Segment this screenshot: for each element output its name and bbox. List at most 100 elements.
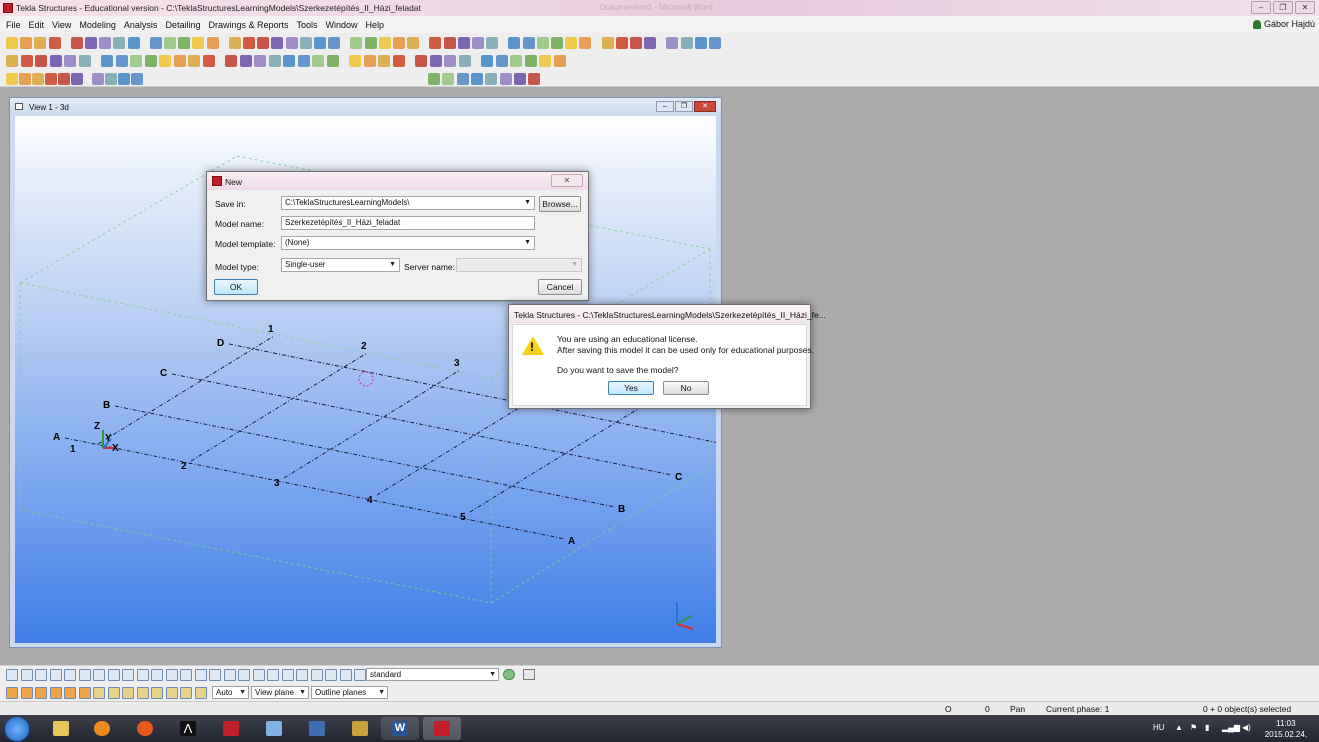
toolbar-tool-icon[interactable] [101, 55, 113, 67]
view-tool-icon[interactable] [528, 73, 541, 85]
toolbar-tool-icon[interactable] [444, 55, 456, 67]
toolbar-tool-icon[interactable] [312, 55, 324, 67]
toolbar-tool-icon[interactable] [268, 55, 281, 67]
toolbar-tool-icon[interactable] [283, 55, 295, 67]
pointer-tool-icon[interactable] [523, 669, 535, 680]
switch-icon[interactable] [122, 669, 134, 681]
plane-mode-select[interactable]: View plane ▼ [251, 686, 309, 699]
toolbar-tool-icon[interactable] [202, 55, 215, 67]
tekla-app-icon[interactable] [3, 3, 13, 13]
switch-icon[interactable] [64, 669, 76, 681]
toolbar-tool-icon[interactable] [206, 37, 219, 49]
menu-view[interactable]: View [48, 20, 75, 30]
switch-icon[interactable] [151, 669, 163, 681]
taskbar-word[interactable]: W [381, 717, 419, 740]
toolbar-tool-icon[interactable] [551, 37, 563, 49]
toolbar-tool-icon[interactable] [254, 55, 266, 67]
view-tool-icon[interactable] [456, 73, 469, 85]
new-dialog-title-bar[interactable]: New ✕ [207, 172, 588, 190]
toolbar-tool-icon[interactable] [524, 55, 537, 67]
switch-icon[interactable] [281, 669, 294, 681]
toolbar-tool-icon[interactable] [130, 55, 142, 67]
switch-icon[interactable] [238, 669, 250, 681]
tray-arrow-icon[interactable]: ▲ [1175, 723, 1183, 732]
toolbar-tool-icon[interactable] [118, 73, 130, 85]
toolbar-tool-icon[interactable] [159, 55, 171, 67]
switch-icon[interactable] [20, 687, 33, 699]
taskbar-paint[interactable] [255, 717, 293, 740]
view-title-bar[interactable]: View 1 - 3d – ❐ ✕ [10, 98, 721, 116]
toolbar-tool-icon[interactable] [299, 37, 312, 49]
toolbar-tool-icon[interactable] [363, 55, 376, 67]
outline-mode-select[interactable]: Outline planes ▼ [311, 686, 388, 699]
toolbar-tool-icon[interactable] [457, 37, 470, 49]
switch-icon[interactable] [107, 687, 120, 699]
toolbar-tool-icon[interactable] [113, 37, 126, 49]
switch-icon[interactable] [6, 669, 18, 681]
toolbar-tool-icon[interactable] [131, 73, 143, 85]
view-tool-icon[interactable] [513, 73, 526, 85]
toolbar-tool-icon[interactable] [297, 55, 310, 67]
switch-icon[interactable] [78, 669, 91, 681]
toolbar-tool-icon[interactable] [115, 55, 128, 67]
toolbar-tool-icon[interactable] [666, 37, 679, 49]
view-tool-icon[interactable] [470, 73, 483, 85]
toolbar-tool-icon[interactable] [71, 73, 83, 85]
toolbar-tool-icon[interactable] [601, 37, 614, 49]
taskbar-network-app[interactable] [298, 717, 336, 740]
volume-icon[interactable]: ◀) [1242, 723, 1251, 732]
switch-icon[interactable] [93, 687, 105, 699]
view-close-button[interactable]: ✕ [694, 101, 716, 112]
switch-icon[interactable] [180, 687, 192, 699]
power-icon[interactable]: ▮ [1205, 723, 1209, 732]
toolbar-tool-icon[interactable] [164, 37, 176, 49]
user-indicator[interactable]: Gábor Hajdú [1252, 19, 1315, 29]
toolbar-tool-icon[interactable] [6, 73, 18, 85]
toolbar-tool-icon[interactable] [378, 37, 391, 49]
taskbar-firefox[interactable] [126, 717, 164, 740]
language-indicator[interactable]: HU [1153, 723, 1165, 732]
toolbar-tool-icon[interactable] [271, 37, 284, 49]
toolbar-tool-icon[interactable] [70, 37, 83, 49]
toolbar-tool-icon[interactable] [78, 55, 91, 67]
ok-button[interactable]: OK [214, 279, 258, 295]
start-button[interactable] [4, 716, 30, 742]
toolbar-tool-icon[interactable] [6, 55, 18, 67]
toolbar-tool-icon[interactable] [694, 37, 707, 49]
toolbar-tool-icon[interactable] [429, 55, 442, 67]
switch-icon[interactable] [107, 669, 120, 681]
cancel-button[interactable]: Cancel [538, 279, 582, 295]
switch-icon[interactable] [49, 669, 62, 681]
menu-drawings-reports[interactable]: Drawings & Reports [204, 20, 292, 30]
toolbar-tool-icon[interactable] [522, 37, 535, 49]
switch-icon[interactable] [35, 669, 47, 681]
switch-icon[interactable] [151, 687, 163, 699]
switch-icon[interactable] [325, 669, 337, 681]
menu-analysis[interactable]: Analysis [120, 20, 162, 30]
toolbar-tool-icon[interactable] [364, 37, 377, 49]
toolbar-tool-icon[interactable] [35, 55, 47, 67]
toolbar-tool-icon[interactable] [32, 73, 44, 85]
toolbar-tool-icon[interactable] [20, 55, 33, 67]
menu-detailing[interactable]: Detailing [161, 20, 204, 30]
toolbar-tool-icon[interactable] [458, 55, 471, 67]
toolbar-tool-icon[interactable] [508, 37, 521, 49]
confirm-dialog-title-bar[interactable]: Tekla Structures - C:\TeklaStructuresLea… [509, 305, 826, 323]
menu-window[interactable]: Window [322, 20, 362, 30]
toolbar-tool-icon[interactable] [429, 37, 442, 49]
switch-icon[interactable] [78, 687, 91, 699]
toolbar-tool-icon[interactable] [127, 37, 140, 49]
view-maximize-button[interactable]: ❐ [675, 101, 693, 112]
switch-icon[interactable] [122, 687, 134, 699]
toolbar-tool-icon[interactable] [326, 55, 339, 67]
toolbar-tool-icon[interactable] [225, 55, 237, 67]
toolbar-tool-icon[interactable] [630, 37, 642, 49]
view-tool-icon[interactable] [442, 73, 455, 85]
toolbar-tool-icon[interactable] [19, 73, 31, 85]
toolbar-tool-icon[interactable] [285, 37, 298, 49]
view-tool-icon[interactable] [485, 73, 498, 85]
toolbar-tool-icon[interactable] [188, 55, 200, 67]
switch-icon[interactable] [223, 669, 236, 681]
action-center-icon[interactable]: ⚑ [1190, 723, 1197, 732]
switch-icon[interactable] [64, 687, 76, 699]
